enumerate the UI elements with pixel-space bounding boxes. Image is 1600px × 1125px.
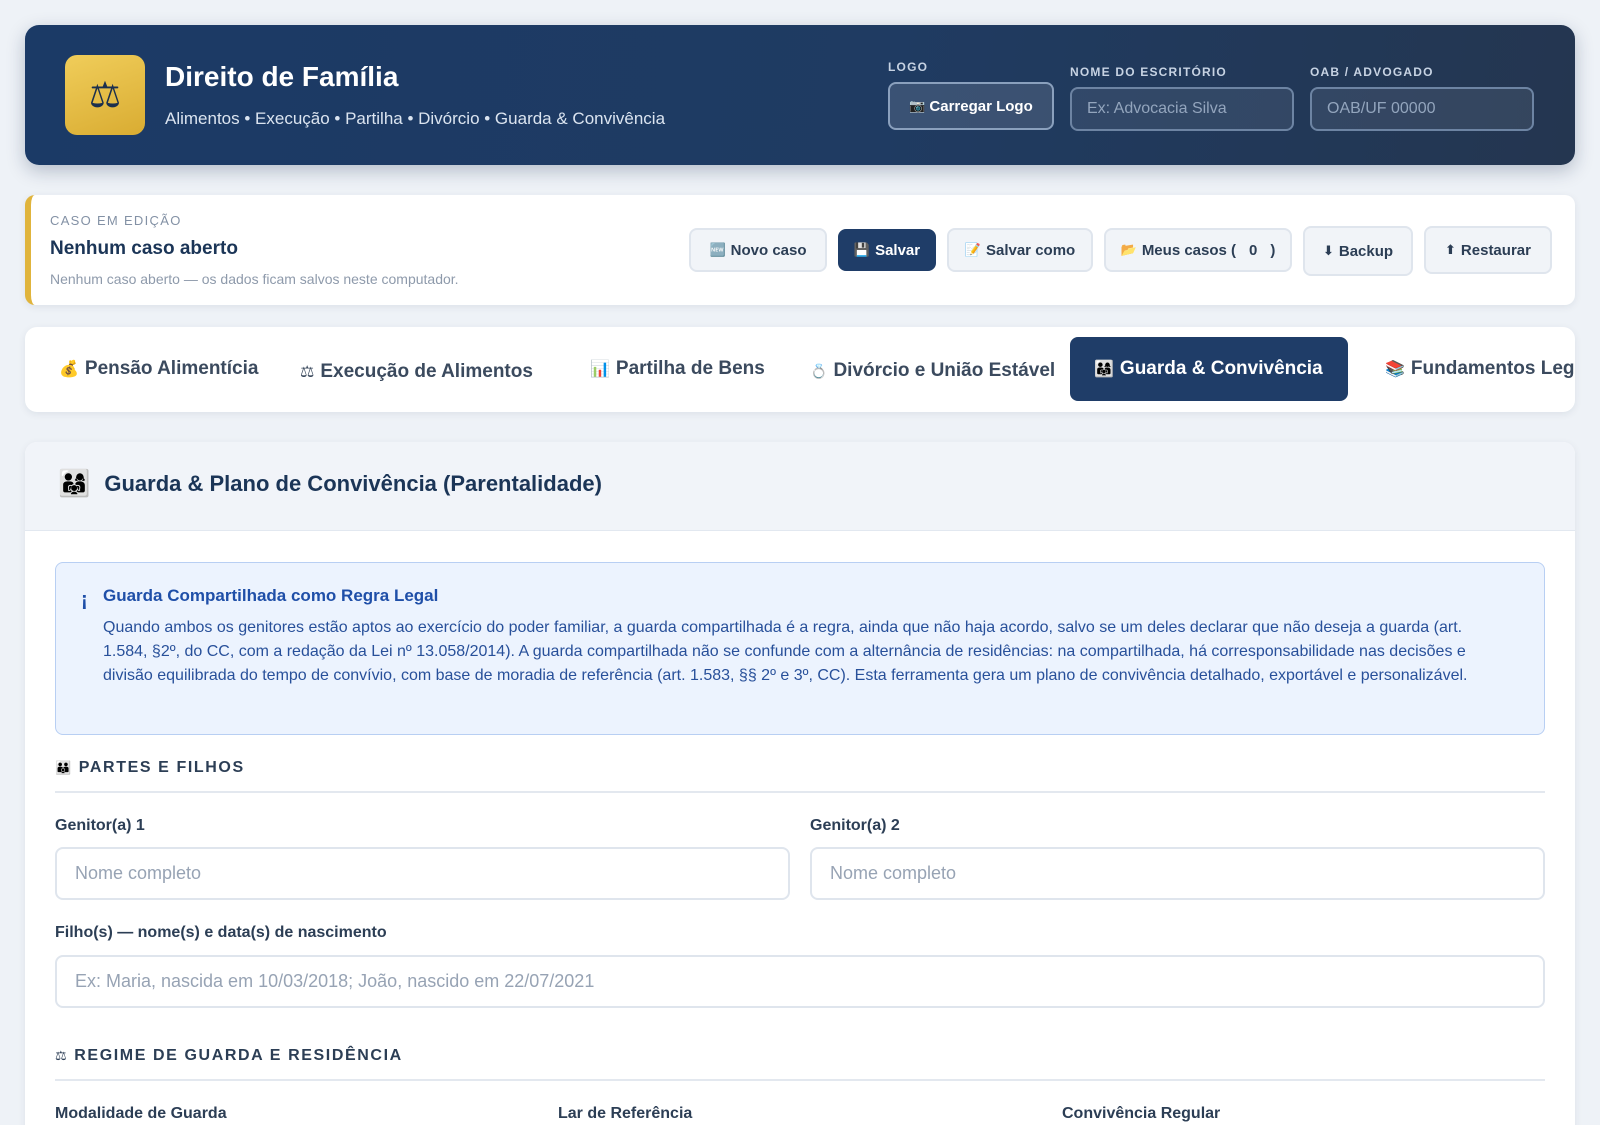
logo-glyph: ⚖ <box>88 74 122 115</box>
parent1-label: Genitor(a) 1 <box>55 817 145 834</box>
panel-title: 👨‍👩‍👧 Guarda & Plano de Convivência (Par… <box>58 468 602 499</box>
office-name-input[interactable] <box>1070 87 1294 131</box>
tab-guarda-convivencia[interactable]: 👨‍👩‍👧 Guarda & Convivência <box>1070 337 1348 401</box>
my-cases-suffix: ) <box>1270 241 1276 259</box>
save-as-button[interactable]: 📝 Salvar como <box>947 228 1093 272</box>
new-case-button[interactable]: 🆕 Novo caso <box>689 228 827 272</box>
scales-icon: ⚖ <box>300 364 315 381</box>
tab-label: Partilha de Bens <box>615 358 765 379</box>
tab-label: Divórcio e União Estável <box>833 360 1056 381</box>
cases-count: 0 <box>1249 241 1258 259</box>
tab-label: Guarda & Convivência <box>1119 358 1323 379</box>
children-input[interactable] <box>55 955 1545 1008</box>
scales-icon: ⚖ <box>55 1048 69 1063</box>
case-bar: CASO EM EDIÇÃO Nenhum caso aberto Nenhum… <box>25 195 1575 305</box>
custody-type-label: Modalidade de Guarda <box>55 1105 227 1122</box>
app-title: Direito de Família <box>165 61 399 92</box>
parent2-label: Genitor(a) 2 <box>810 817 900 834</box>
edit-icon: 📝 <box>964 242 981 257</box>
books-icon: 📚 <box>1385 361 1405 378</box>
parent2-input[interactable] <box>810 847 1545 900</box>
children-label: Filho(s) — nome(s) e data(s) de nascimen… <box>55 924 387 941</box>
guarda-panel: 👨‍👩‍👧 Guarda & Plano de Convivência (Par… <box>25 442 1575 1125</box>
parent1-input[interactable] <box>55 847 790 900</box>
section-title-text: PARTES E FILHOS <box>78 759 245 776</box>
oab-label: OAB / ADVOGADO <box>1310 65 1434 79</box>
reference-home-label: Lar de Referência <box>558 1105 693 1122</box>
section-regime-guarda: ⚖ REGIME DE GUARDA E RESIDÊNCIA <box>55 1047 403 1065</box>
my-cases-button[interactable]: 📂 Meus casos ( 0 ) <box>1104 228 1292 272</box>
app-header: ⚖ Direito de Família Alimentos • Execuçã… <box>25 25 1575 165</box>
tab-divorcio-uniao[interactable]: 💍 Divórcio e União Estável <box>810 339 1055 403</box>
case-note: Nenhum caso aberto — os dados ficam salv… <box>50 271 459 287</box>
backup-button[interactable]: ⬇ Backup <box>1303 226 1413 276</box>
regular-visits-label: Convivência Regular <box>1062 1105 1221 1122</box>
backup-label: Backup <box>1338 242 1394 260</box>
save-button[interactable]: 💾 Salvar <box>838 229 936 271</box>
tab-label: Execução de Alimentos <box>320 361 533 382</box>
section-divider <box>55 791 1545 793</box>
save-label: Salvar <box>875 241 921 259</box>
office-name-label: NOME DO ESCRITÓRIO <box>1070 65 1227 79</box>
scales-icon: ⚖ <box>65 55 145 135</box>
restore-label: Restaurar <box>1460 241 1531 259</box>
tab-bar: 💰 Pensão Alimentícia ⚖ Execução de Alime… <box>25 327 1575 412</box>
section-divider <box>55 1079 1545 1081</box>
panel-header: 👨‍👩‍👧 Guarda & Plano de Convivência (Par… <box>25 442 1575 531</box>
money-bag-icon: 💰 <box>59 361 79 378</box>
ring-icon: 💍 <box>810 362 828 379</box>
case-title: Nenhum caso aberto <box>50 238 238 259</box>
people-icon: 👪 <box>55 760 73 775</box>
info-callout: ¡ Guarda Compartilhada como Regra Legal … <box>55 562 1545 735</box>
info-text: Quando ambos os genitores estão aptos ao… <box>103 619 1468 684</box>
app-subtitle: Alimentos • Execução • Partilha • Divórc… <box>165 109 666 128</box>
logo-label: LOGO <box>888 60 929 74</box>
info-icon: ¡ <box>81 589 88 611</box>
tab-fundamentos-legais[interactable]: 📚 Fundamentos Legais <box>1385 337 1575 401</box>
panel-title-text: Guarda & Plano de Convivência (Parentali… <box>104 470 602 496</box>
section-title-text: REGIME DE GUARDA E RESIDÊNCIA <box>74 1047 403 1064</box>
camera-icon: 📷 <box>909 98 926 113</box>
tab-label: Fundamentos Legais <box>1410 358 1575 379</box>
folder-icon: 📂 <box>1120 242 1137 257</box>
new-case-label: Novo caso <box>730 241 807 259</box>
case-label: CASO EM EDIÇÃO <box>50 213 182 228</box>
tab-partilha-bens[interactable]: 📊 Partilha de Bens <box>590 337 765 401</box>
upload-logo-button[interactable]: 📷 Carregar Logo <box>888 82 1054 130</box>
oab-input[interactable] <box>1310 87 1534 131</box>
tab-pensao-alimenticia[interactable]: 💰 Pensão Alimentícia <box>59 337 258 401</box>
info-title: Guarda Compartilhada como Regra Legal <box>103 586 439 605</box>
save-icon: 💾 <box>853 242 871 257</box>
new-icon: 🆕 <box>709 242 726 257</box>
family-icon: 👨‍👩‍👧 <box>1094 361 1114 378</box>
upload-logo-label: Carregar Logo <box>929 97 1033 115</box>
tab-label: Pensão Alimentícia <box>84 358 259 379</box>
restore-button[interactable]: ⬆ Restaurar <box>1424 226 1552 274</box>
family-icon: 👨‍👩‍👧 <box>58 468 91 498</box>
my-cases-label: Meus casos ( <box>1141 241 1237 259</box>
download-icon: ⬇ <box>1322 243 1334 258</box>
tab-execucao-alimentos[interactable]: ⚖ Execução de Alimentos <box>300 340 533 404</box>
upload-icon: ⬆ <box>1445 242 1456 257</box>
section-partes-filhos: 👪 PARTES E FILHOS <box>55 759 245 777</box>
bar-chart-icon: 📊 <box>590 361 610 378</box>
save-as-label: Salvar como <box>985 241 1076 259</box>
